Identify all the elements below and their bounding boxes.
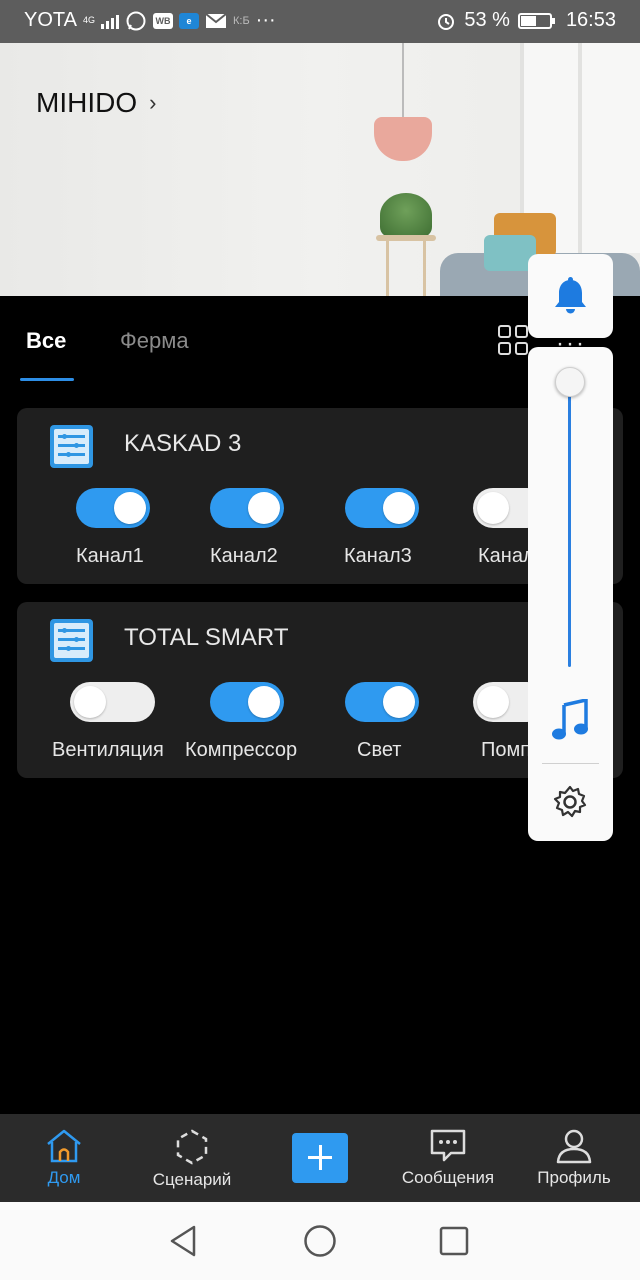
signal-icon [100, 13, 119, 29]
tab-all[interactable]: Все [26, 328, 66, 354]
wb-icon: WB [152, 12, 173, 29]
device-name: TOTAL SMART [124, 624, 289, 651]
network-type: 4G [82, 15, 95, 25]
add-device-button[interactable] [292, 1133, 348, 1183]
nav-home-label: Дом [47, 1168, 81, 1187]
kb-icon: К:Б [232, 14, 250, 27]
device-panel-icon [50, 619, 93, 662]
volume-slider-track[interactable] [568, 383, 571, 667]
music-note-icon [552, 699, 588, 740]
light-label: Свет [357, 739, 402, 761]
alarm-icon [438, 13, 455, 30]
messages-icon [430, 1129, 466, 1162]
system-navigation-bar [0, 1202, 640, 1280]
settings-gear-icon[interactable] [552, 784, 588, 820]
device-panel-icon [50, 425, 93, 468]
status-bar: YOTA 4G WB e К:Б ··· 53 % 16:53 [0, 0, 640, 43]
grid-view-icon[interactable] [498, 325, 528, 355]
nav-profile[interactable]: Профиль [526, 1114, 622, 1202]
bottom-navigation: Дом Сценарий Сообщения Профиль [0, 1114, 640, 1202]
whatsapp-icon [126, 11, 146, 30]
clock: 16:53 [565, 9, 616, 31]
nav-scenes-label: Сценарий [152, 1170, 232, 1189]
ventilation-toggle[interactable] [70, 682, 155, 722]
compressor-toggle[interactable] [210, 682, 284, 722]
channel-toggle-1[interactable] [76, 488, 150, 528]
scenes-icon [176, 1129, 208, 1165]
recents-icon[interactable] [439, 1226, 469, 1256]
battery-icon [517, 12, 555, 29]
light-toggle[interactable] [345, 682, 419, 722]
nav-messages-label: Сообщения [401, 1168, 495, 1187]
channel-label-3: Канал3 [344, 545, 412, 567]
banner-lamp-illustration [374, 117, 432, 161]
home-selector[interactable]: MIHIDO › [36, 87, 156, 119]
active-tab-indicator [20, 378, 74, 381]
banner-plant-illustration [380, 193, 432, 237]
volume-panel [528, 347, 613, 841]
tab-farm[interactable]: Ферма [120, 328, 189, 354]
home-circle-icon[interactable] [303, 1224, 337, 1258]
mail-icon [205, 12, 227, 28]
battery-percent: 53 % [464, 9, 510, 31]
nav-home[interactable]: Дом [24, 1114, 104, 1202]
bell-icon [555, 277, 586, 314]
ringer-mode-button[interactable] [528, 254, 613, 338]
compressor-label: Компрессор [185, 739, 298, 761]
profile-icon [556, 1129, 592, 1164]
channel-label-1: Канал1 [76, 545, 144, 567]
home-name: MIHIDO [36, 87, 138, 118]
edge-icon: e [178, 12, 199, 29]
carrier-label: YOTA [24, 9, 77, 31]
nav-scenes[interactable]: Сценарий [140, 1114, 244, 1202]
home-icon [47, 1129, 81, 1163]
ventilation-label: Вентиляция [52, 739, 164, 761]
more-notifications-icon: ··· [255, 9, 276, 31]
chevron-right-icon: › [149, 90, 157, 115]
nav-profile-label: Профиль [537, 1168, 611, 1187]
volume-slider-handle[interactable] [555, 367, 585, 397]
device-name: KASKAD 3 [124, 430, 242, 457]
channel-toggle-2[interactable] [210, 488, 284, 528]
channel-toggle-3[interactable] [345, 488, 419, 528]
channel-label-2: Канал2 [210, 545, 278, 567]
back-icon[interactable] [168, 1224, 198, 1258]
nav-messages[interactable]: Сообщения [392, 1114, 504, 1202]
